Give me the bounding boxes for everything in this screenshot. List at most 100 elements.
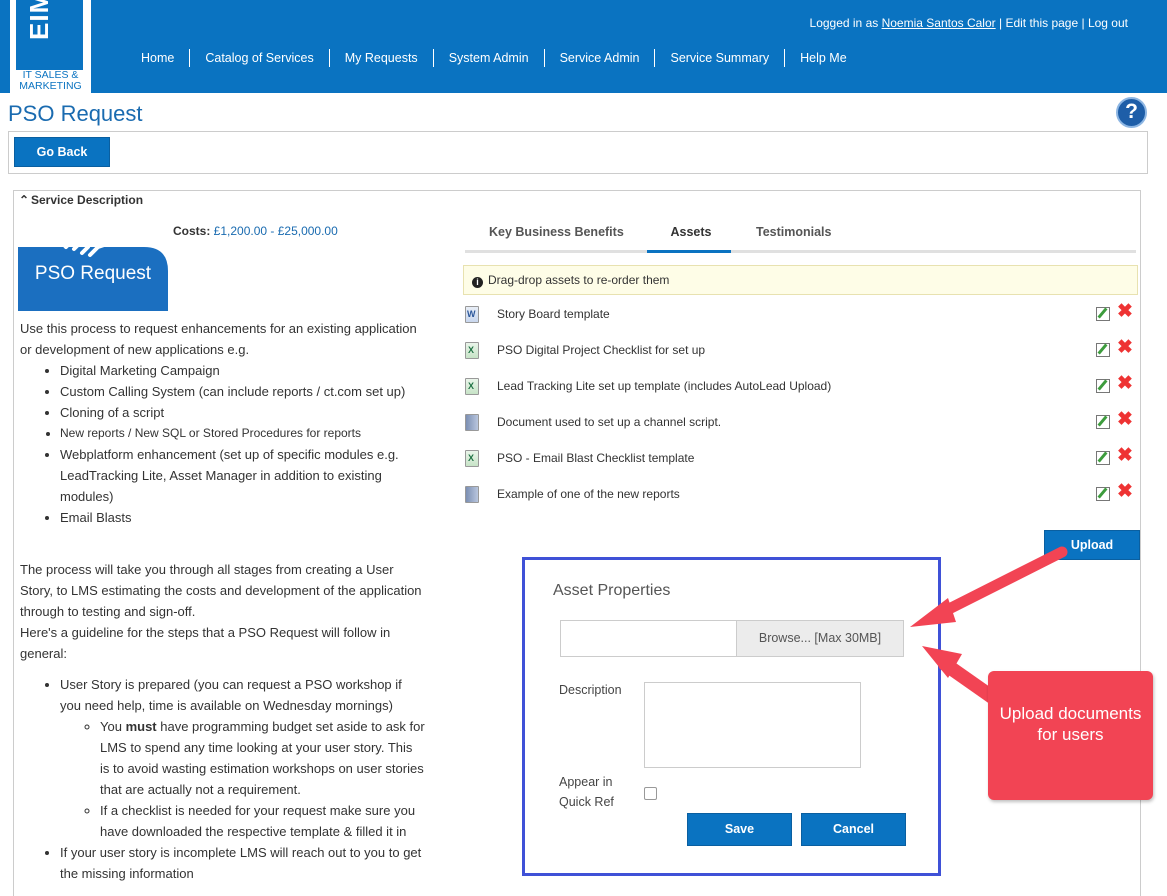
user-name-link[interactable]: Noemia Santos Calor [882, 16, 996, 30]
intro-text: Use this process to request enhancements… [20, 321, 417, 357]
nav-help-me[interactable]: Help Me [784, 49, 862, 67]
excel-file-icon [465, 342, 479, 359]
document-file-icon [465, 486, 479, 503]
delete-icon[interactable]: ✖ [1116, 302, 1134, 321]
tab-key-business-benefits[interactable]: Key Business Benefits [489, 225, 624, 253]
quick-ref-label-line: Appear in [559, 775, 613, 789]
delete-icon[interactable]: ✖ [1116, 374, 1134, 393]
steps-list: User Story is prepared (you can request … [60, 674, 425, 884]
back-bar: Go Back [8, 131, 1148, 174]
asset-row[interactable]: Lead Tracking Lite set up template (incl… [463, 374, 1143, 414]
nav-my-requests[interactable]: My Requests [328, 49, 433, 67]
guideline-text: Here's a guideline for the steps that a … [20, 625, 391, 661]
reorder-notice: i Drag-drop assets to re-order them [463, 265, 1138, 295]
file-path-input[interactable] [560, 620, 737, 657]
costs-value: £1,200.00 - £25,000.00 [213, 224, 338, 238]
costs: Costs: £1,200.00 - £25,000.00 [173, 224, 338, 238]
edit-icon[interactable] [1096, 343, 1110, 357]
edit-icon[interactable] [1096, 379, 1110, 393]
separator: | [995, 16, 1006, 30]
delete-icon[interactable]: ✖ [1116, 410, 1134, 429]
eims-logo[interactable]: EIMS IT SALES & MARKETING [10, 0, 91, 93]
user-line: Logged in as Noemia Santos Calor | Edit … [810, 16, 1128, 30]
list-item: You must have programming budget set asi… [100, 716, 425, 800]
asset-row[interactable]: PSO - Email Blast Checklist template ✖ [463, 446, 1143, 486]
list-item: Digital Marketing Campaign [60, 360, 425, 381]
service-description: Use this process to request enhancements… [20, 318, 425, 884]
notice-text: Drag-drop assets to re-order them [488, 273, 670, 287]
section-title: Service Description [31, 193, 144, 207]
edit-page-link[interactable]: Edit this page [1005, 16, 1078, 30]
tab-testimonials[interactable]: Testimonials [756, 225, 831, 253]
edit-icon[interactable] [1096, 451, 1110, 465]
service-image-caption: PSO Request [35, 263, 152, 284]
nav-service-summary[interactable]: Service Summary [654, 49, 784, 67]
tab-assets[interactable]: Assets [647, 225, 731, 253]
tab-bar: Key Business Benefits Assets Testimonial… [465, 221, 1136, 253]
quick-ref-label-line: Quick Ref [559, 795, 614, 809]
separator: | [1078, 16, 1088, 30]
list-item: New reports / New SQL or Stored Procedur… [60, 423, 425, 444]
quick-ref-label: Appear in Quick Ref [559, 772, 614, 812]
asset-row[interactable]: Story Board template ✖ [463, 302, 1143, 342]
process-text: The process will take you through all st… [20, 562, 422, 619]
nav-system-admin[interactable]: System Admin [432, 49, 544, 67]
asset-row[interactable]: Example of one of the new reports ✖ [463, 482, 1143, 522]
service-image: PSO Request [18, 215, 168, 311]
section-toggle[interactable]: ⌃ Service Description [19, 193, 143, 207]
document-file-icon [465, 414, 479, 431]
upload-button[interactable]: Upload [1044, 530, 1140, 560]
list-item: User Story is prepared (you can request … [60, 674, 425, 842]
excel-file-icon [465, 378, 479, 395]
asset-row[interactable]: Document used to set up a channel script… [463, 410, 1143, 450]
upload-callout: Upload documents for users [988, 671, 1153, 800]
excel-file-icon [465, 450, 479, 467]
description-label: Description [559, 683, 622, 697]
edit-icon[interactable] [1096, 487, 1110, 501]
step-text: User Story is prepared (you can request … [60, 677, 402, 713]
list-item: Email Blasts [60, 507, 425, 528]
chevron-up-icon: ⌃ [19, 193, 30, 207]
asset-row[interactable]: PSO Digital Project Checklist for set up… [463, 338, 1143, 378]
info-icon: i [472, 277, 483, 288]
list-item: Cloning of a script [60, 402, 425, 423]
costs-label: Costs: [173, 224, 214, 238]
main-nav: Home Catalog of Services My Requests Sys… [126, 48, 862, 68]
asset-name[interactable]: Example of one of the new reports [497, 487, 680, 501]
asset-name[interactable]: Lead Tracking Lite set up template (incl… [497, 379, 831, 393]
cancel-button[interactable]: Cancel [801, 813, 906, 846]
asset-name[interactable]: PSO - Email Blast Checklist template [497, 451, 694, 465]
list-item: If your user story is incomplete LMS wil… [60, 842, 425, 884]
asset-name[interactable]: Story Board template [497, 307, 610, 321]
nav-service-admin[interactable]: Service Admin [543, 49, 655, 67]
nav-home[interactable]: Home [126, 49, 189, 67]
go-back-button[interactable]: Go Back [14, 137, 110, 167]
word-file-icon [465, 306, 479, 323]
logo-subtitle: IT SALES & MARKETING [19, 69, 82, 92]
save-button[interactable]: Save [687, 813, 792, 846]
list-item: Webplatform enhancement (set up of speci… [60, 444, 425, 507]
question-icon[interactable]: ? [1116, 97, 1147, 128]
browse-button[interactable]: Browse... [Max 30MB] [736, 620, 904, 657]
delete-icon[interactable]: ✖ [1116, 446, 1134, 465]
asset-properties-dialog: Asset Properties Browse... [Max 30MB] De… [522, 557, 941, 876]
sub-step-text: You [100, 719, 126, 734]
edit-icon[interactable] [1096, 307, 1110, 321]
logo-text: EIMS [24, 0, 54, 40]
logo-box: EIMS [16, 0, 83, 70]
quick-ref-checkbox[interactable] [644, 787, 657, 800]
delete-icon[interactable]: ✖ [1116, 338, 1134, 357]
page-title: PSO Request [8, 101, 143, 126]
top-header: EIMS IT SALES & MARKETING Logged in as N… [0, 0, 1167, 93]
edit-icon[interactable] [1096, 415, 1110, 429]
logged-in-prefix: Logged in as [809, 16, 882, 30]
delete-icon[interactable]: ✖ [1116, 482, 1134, 501]
logout-link[interactable]: Log out [1088, 16, 1128, 30]
sub-steps-list: You must have programming budget set asi… [100, 716, 425, 842]
list-item: Custom Calling System (can include repor… [60, 381, 425, 402]
asset-name[interactable]: PSO Digital Project Checklist for set up [497, 343, 705, 357]
description-textarea[interactable] [644, 682, 861, 768]
nav-catalog-of-services[interactable]: Catalog of Services [189, 49, 328, 67]
request-types-list: Digital Marketing Campaign Custom Callin… [60, 360, 425, 528]
asset-name[interactable]: Document used to set up a channel script… [497, 415, 721, 429]
